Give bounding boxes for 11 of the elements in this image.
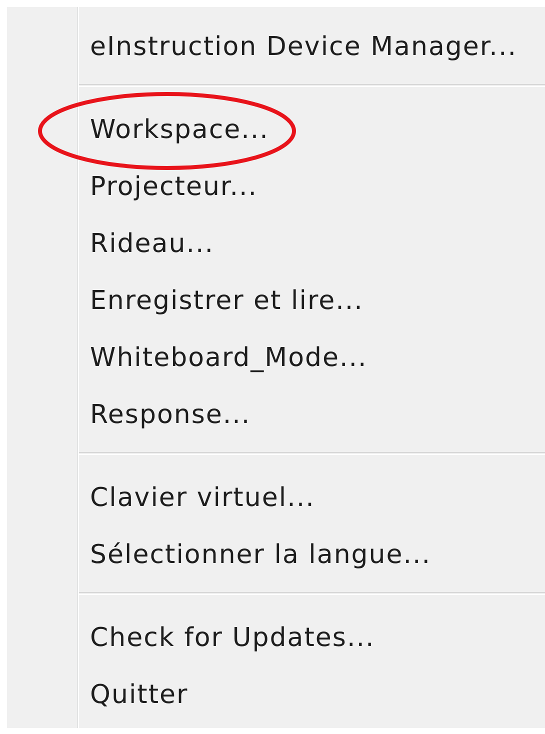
menu-item[interactable]: Clavier virtuel... (7, 469, 545, 526)
menu-item[interactable]: Projecteur... (7, 158, 545, 215)
menu-item[interactable]: Quitter (7, 666, 545, 723)
menu-item[interactable]: Response... (7, 386, 545, 443)
menu-item[interactable]: Rideau... (7, 215, 545, 272)
menu-item[interactable]: Enregistrer et lire... (7, 272, 545, 329)
menu-item[interactable]: eInstruction Device Manager... (7, 18, 545, 75)
menu-item[interactable]: Sélectionner la langue... (7, 526, 545, 583)
menu-item[interactable]: Whiteboard_Mode... (7, 329, 545, 386)
menu-item[interactable]: Workspace... (7, 101, 545, 158)
menu-item[interactable]: Check for Updates... (7, 609, 545, 666)
